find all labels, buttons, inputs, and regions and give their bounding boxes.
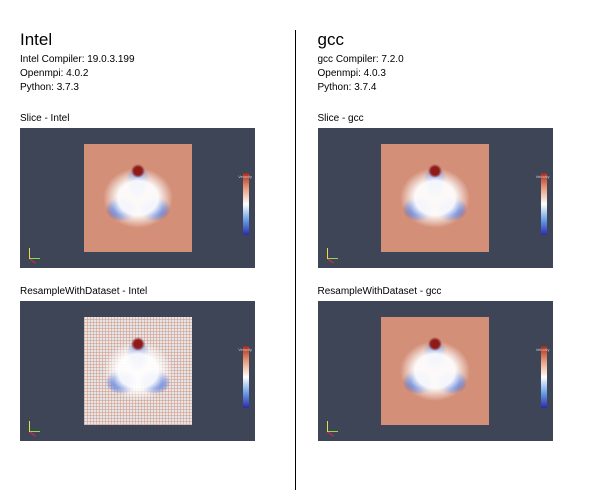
colorbar-label: Velocity xyxy=(238,347,252,352)
colorbar-label: Velocity xyxy=(238,174,252,179)
colorbar-label: Velocity xyxy=(536,174,550,179)
colorbar xyxy=(541,346,547,408)
axis-triad-icon xyxy=(324,417,342,435)
colorbar xyxy=(243,346,249,408)
intel-title: Intel xyxy=(20,30,273,50)
gcc-compiler-line: gcc Compiler: 7.2.0 xyxy=(318,53,571,67)
propeller-visualization xyxy=(84,144,192,252)
gcc-slice-label: Slice - gcc xyxy=(318,113,571,124)
axis-triad-icon xyxy=(26,417,44,435)
colorbar xyxy=(541,173,547,235)
propeller-visualization xyxy=(381,317,489,425)
intel-python-line: Python: 3.7.3 xyxy=(20,81,273,95)
gcc-slice-plot xyxy=(381,144,489,252)
colorbar xyxy=(243,173,249,235)
intel-column: Intel Intel Compiler: 19.0.3.199 Openmpi… xyxy=(20,30,293,490)
gcc-resample-plot xyxy=(381,317,489,425)
intel-compiler-line: Intel Compiler: 19.0.3.199 xyxy=(20,53,273,67)
intel-openmpi-line: Openmpi: 4.0.2 xyxy=(20,67,273,81)
colorbar-label: Velocity xyxy=(536,347,550,352)
propeller-visualization xyxy=(381,144,489,252)
propeller-visualization xyxy=(84,317,192,425)
intel-resample-plot xyxy=(84,317,192,425)
intel-slice-plot xyxy=(84,144,192,252)
gcc-resample-label: ResampleWithDataset - gcc xyxy=(318,286,571,297)
gcc-title: gcc xyxy=(318,30,571,50)
gcc-openmpi-line: Openmpi: 4.0.3 xyxy=(318,67,571,81)
intel-resample-panel: Velocity xyxy=(20,301,255,441)
gcc-slice-panel: Velocity xyxy=(318,128,553,268)
gcc-column: gcc gcc Compiler: 7.2.0 Openmpi: 4.0.3 P… xyxy=(293,30,571,490)
intel-resample-label: ResampleWithDataset - Intel xyxy=(20,286,273,297)
axis-triad-icon xyxy=(324,244,342,262)
axis-triad-icon xyxy=(26,244,44,262)
gcc-resample-panel: Velocity xyxy=(318,301,553,441)
gcc-python-line: Python: 3.7.4 xyxy=(318,81,571,95)
vertical-divider xyxy=(295,30,296,490)
intel-slice-label: Slice - Intel xyxy=(20,113,273,124)
intel-slice-panel: Velocity xyxy=(20,128,255,268)
